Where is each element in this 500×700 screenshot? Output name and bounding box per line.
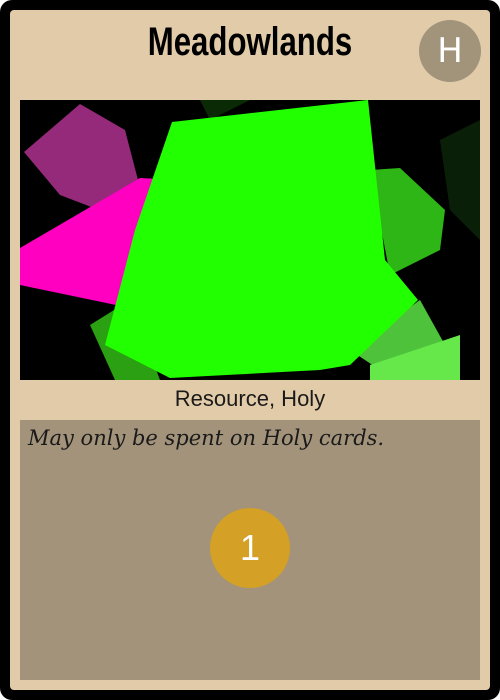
card-frame: Meadowlands H Resource, Holy May only be… bbox=[0, 0, 500, 700]
artwork-polygons bbox=[20, 100, 480, 380]
card-rules-text: May only be spent on Holy cards. bbox=[28, 426, 385, 450]
card-text-box: May only be spent on Holy cards. 1 bbox=[20, 420, 480, 680]
card-type-line: Resource, Holy bbox=[174, 386, 326, 411]
cost-coin-icon: 1 bbox=[210, 508, 290, 588]
card-title: Meadowlands bbox=[147, 20, 353, 64]
holy-badge-icon: H bbox=[419, 20, 481, 82]
card-artwork bbox=[20, 100, 480, 380]
